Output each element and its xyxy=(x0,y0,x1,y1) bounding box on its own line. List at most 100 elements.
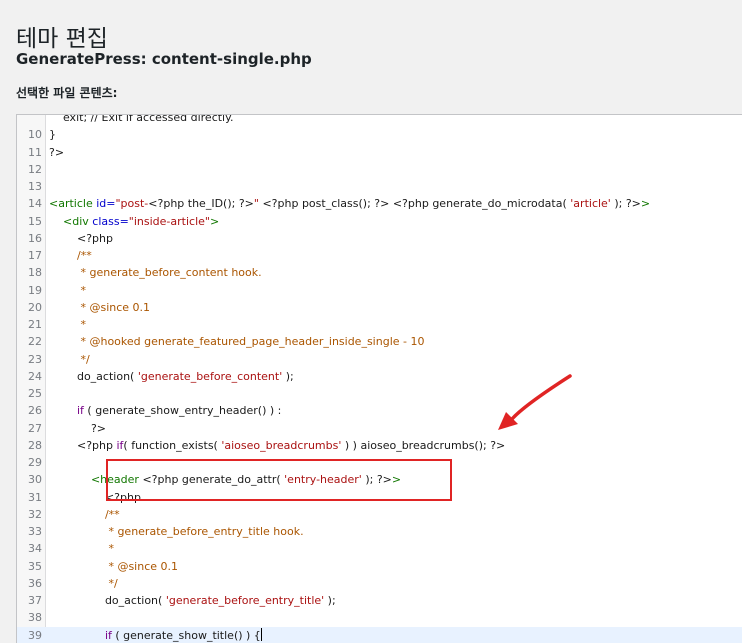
line-number: 15 xyxy=(17,213,42,230)
code-token: 'generate_before_content' xyxy=(138,370,282,383)
code-line[interactable]: 38 xyxy=(17,609,742,626)
code-line[interactable]: 10} xyxy=(17,126,742,143)
code-line[interactable]: 15 <div class="inside-article"> xyxy=(17,213,742,230)
code-token: ( generate_show_title() ) { xyxy=(112,629,261,642)
code-text[interactable]: <header <?php generate_do_attr( 'entry-h… xyxy=(49,471,401,488)
code-token: 'generate_before_entry_title' xyxy=(166,594,324,607)
code-line[interactable]: 30 <header <?php generate_do_attr( 'entr… xyxy=(17,471,742,488)
code-token: <?php generate_do_attr( xyxy=(142,473,284,486)
code-line[interactable]: 27 ?> xyxy=(17,420,742,437)
line-number: 10 xyxy=(17,126,42,143)
code-line[interactable]: 25 xyxy=(17,385,742,402)
code-token: ); ?> xyxy=(362,473,392,486)
code-token xyxy=(49,301,77,314)
code-line[interactable]: 13 xyxy=(17,178,742,195)
page-title: 테마 편집 xyxy=(16,19,108,53)
code-line[interactable]: 26 if ( generate_show_entry_header() ) : xyxy=(17,402,742,419)
code-line[interactable]: exit; // Exit if accessed directly. xyxy=(17,114,742,126)
code-line[interactable]: 37 do_action( 'generate_before_entry_tit… xyxy=(17,592,742,609)
code-token: <?php the_ID(); ?> xyxy=(148,197,254,210)
code-token: ); xyxy=(324,594,336,607)
code-line[interactable]: 18 * generate_before_content hook. xyxy=(17,264,742,281)
code-line[interactable]: 19 * xyxy=(17,282,742,299)
code-text[interactable]: /** xyxy=(49,506,120,523)
code-token: * xyxy=(77,318,86,331)
code-text[interactable]: * @hooked generate_featured_page_header_… xyxy=(49,333,424,350)
code-line[interactable]: 31 <?php xyxy=(17,489,742,506)
code-line[interactable]: 35 * @since 0.1 xyxy=(17,558,742,575)
code-text[interactable]: * xyxy=(49,316,86,333)
code-token xyxy=(49,629,105,642)
code-line[interactable]: 16 <?php xyxy=(17,230,742,247)
code-token: /** xyxy=(105,508,120,521)
code-token: * xyxy=(105,542,114,555)
code-token xyxy=(49,473,91,486)
line-number: 34 xyxy=(17,540,42,557)
code-text[interactable]: <?php if( function_exists( 'aioseo_bread… xyxy=(49,437,505,454)
file-title: GeneratePress: content-single.php xyxy=(16,50,312,68)
code-text[interactable]: * xyxy=(49,282,86,299)
line-number: 36 xyxy=(17,575,42,592)
code-token: "post- xyxy=(115,197,148,210)
line-number: 12 xyxy=(17,161,42,178)
code-text[interactable]: } xyxy=(49,126,56,143)
line-number: 11 xyxy=(17,144,42,161)
code-line[interactable]: 21 * xyxy=(17,316,742,333)
code-text[interactable]: * generate_before_entry_title hook. xyxy=(49,523,304,540)
line-number: 37 xyxy=(17,592,42,609)
code-text[interactable]: * generate_before_content hook. xyxy=(49,264,262,281)
code-line[interactable]: 14<article id="post-<?php the_ID(); ?>" … xyxy=(17,195,742,212)
code-line[interactable]: 32 /** xyxy=(17,506,742,523)
code-line[interactable]: 20 * @since 0.1 xyxy=(17,299,742,316)
code-token: 'entry-header' xyxy=(284,473,362,486)
code-text[interactable]: * xyxy=(49,540,114,557)
code-line[interactable]: 39 if ( generate_show_title() ) { xyxy=(17,627,742,643)
code-token: } xyxy=(49,128,56,141)
code-token: <?php xyxy=(49,439,116,452)
code-text[interactable]: * @since 0.1 xyxy=(49,558,178,575)
code-line[interactable]: 28 <?php if( function_exists( 'aioseo_br… xyxy=(17,437,742,454)
code-line[interactable]: 17 /** xyxy=(17,247,742,264)
code-text[interactable]: */ xyxy=(49,351,90,368)
line-number: 20 xyxy=(17,299,42,316)
code-editor[interactable]: exit; // Exit if accessed directly.10}11… xyxy=(16,114,742,643)
line-number: 38 xyxy=(17,609,42,626)
code-text[interactable]: do_action( 'generate_before_entry_title'… xyxy=(49,592,336,609)
code-token: ( function_exists( xyxy=(123,439,221,452)
code-line[interactable]: 12 xyxy=(17,161,742,178)
code-text[interactable]: ?> xyxy=(49,420,106,437)
code-text[interactable]: <div class="inside-article"> xyxy=(49,213,219,230)
code-line[interactable]: 29 xyxy=(17,454,742,471)
code-text[interactable]: exit; // Exit if accessed directly. xyxy=(49,114,234,126)
code-text[interactable]: <?php xyxy=(49,489,141,506)
code-token: "inside-article" xyxy=(129,215,210,228)
code-text[interactable]: do_action( 'generate_before_content' ); xyxy=(49,368,294,385)
code-token: <?php xyxy=(49,491,141,504)
code-text[interactable]: <article id="post-<?php the_ID(); ?>" <?… xyxy=(49,195,650,212)
code-token: exit; // Exit if accessed directly. xyxy=(49,114,234,124)
code-text[interactable]: if ( generate_show_entry_header() ) : xyxy=(49,402,281,419)
code-line[interactable]: 24 do_action( 'generate_before_content' … xyxy=(17,368,742,385)
line-number: 23 xyxy=(17,351,42,368)
code-line[interactable]: 33 * generate_before_entry_title hook. xyxy=(17,523,742,540)
line-number: 33 xyxy=(17,523,42,540)
code-token xyxy=(49,215,63,228)
code-token: do_action( xyxy=(49,594,166,607)
code-text[interactable]: if ( generate_show_title() ) { xyxy=(49,627,262,643)
code-text[interactable]: <?php xyxy=(49,230,113,247)
code-text[interactable]: ?> xyxy=(49,144,64,161)
code-token: * @since 0.1 xyxy=(77,301,150,314)
code-line[interactable]: 23 */ xyxy=(17,351,742,368)
code-token: * generate_before_content hook. xyxy=(77,266,262,279)
code-line[interactable]: 22 * @hooked generate_featured_page_head… xyxy=(17,333,742,350)
code-text[interactable]: * @since 0.1 xyxy=(49,299,150,316)
code-text[interactable]: /** xyxy=(49,247,92,264)
line-number: 18 xyxy=(17,264,42,281)
code-line[interactable]: 34 * xyxy=(17,540,742,557)
code-line[interactable]: 11 ?> xyxy=(17,144,742,161)
code-token: if xyxy=(105,629,112,642)
code-line[interactable]: 36 */ xyxy=(17,575,742,592)
code-token: ) ) aioseo_breadcrumbs(); ?> xyxy=(341,439,505,452)
line-number: 16 xyxy=(17,230,42,247)
code-text[interactable]: */ xyxy=(49,575,118,592)
